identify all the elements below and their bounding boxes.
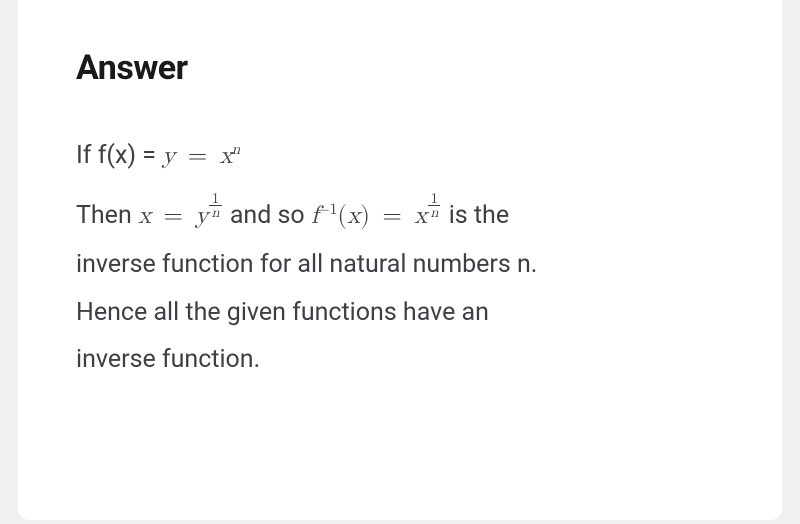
math-frac-1n-2: 1n [428,192,440,221]
text-is-the: is the [449,201,509,230]
math-arg-x: x [347,203,360,228]
math-equals3: = [378,203,405,228]
math-y2: y [195,203,208,228]
text-then: Then [76,201,138,230]
body-line-2: Then x = y1n and so f−1(x) = x1n is the [76,192,724,240]
frac-den2: n [428,206,440,220]
math-eq1: y = xn [162,143,240,168]
frac-num2: 1 [428,192,440,207]
math-x2: x [138,203,151,228]
math-eq3: f−1(x) = x1n [311,203,449,228]
math-sup-n: n [232,143,241,158]
math-equals2: = [159,203,186,228]
answer-card: Answer If f(x) = y = xn Then x = y1n and… [18,0,782,520]
text-and-so: and so [230,201,311,230]
frac-den: n [209,206,221,220]
math-eq2: x = y1n [138,203,230,228]
body-line-5: inverse function. [76,336,724,384]
body-line-1: If f(x) = y = xn [76,132,724,180]
math-equals: = [184,143,211,168]
math-y: y [162,143,175,168]
frac-num: 1 [209,192,221,207]
answer-heading: Answer [76,48,724,88]
math-frac-1n: 1n [209,192,221,221]
body-line-3: inverse function for all natural numbers… [76,241,724,289]
math-x3: x [414,203,427,228]
math-lparen: ( [337,203,347,228]
body-line-4: Hence all the given functions have an [76,289,724,337]
text-if-fx: If f(x) = [76,141,162,170]
math-x: x [219,143,232,168]
math-rparen: ) [360,203,370,228]
math-sup-neg1: −1 [318,203,338,218]
answer-body: If f(x) = y = xn Then x = y1n and so f−1… [76,132,724,384]
